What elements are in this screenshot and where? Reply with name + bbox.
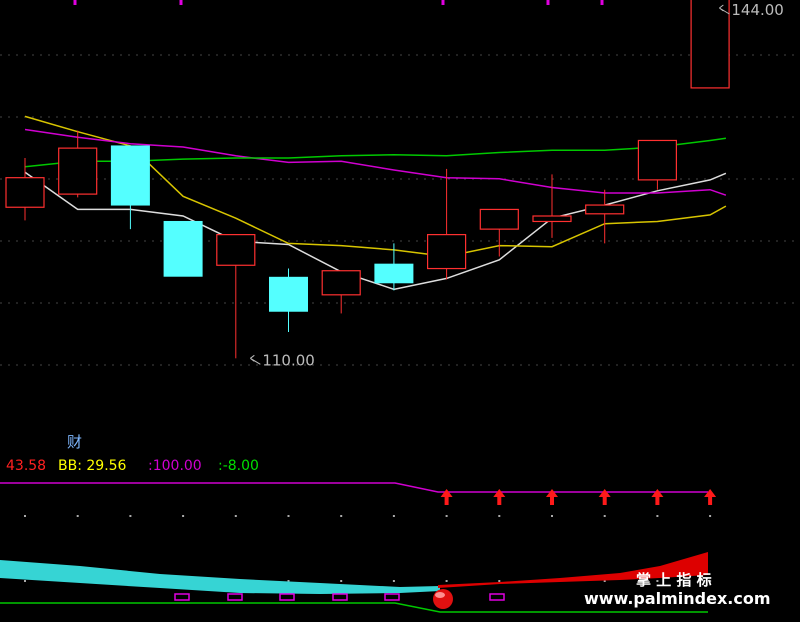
candle-body-up <box>321 270 361 296</box>
candle-body-down <box>110 145 150 206</box>
watermark-url: www.palmindex.com <box>584 589 771 608</box>
candle-body-down <box>269 276 308 312</box>
indicator-dot <box>234 515 237 517</box>
candle-body-up <box>690 0 730 89</box>
candle-body-down <box>163 220 203 277</box>
indicator-dot <box>182 515 185 517</box>
indicator-dot <box>340 515 343 517</box>
indicator-dot <box>445 515 448 517</box>
readout-green: :-8.00 <box>218 458 259 474</box>
candle-body-up <box>216 234 256 266</box>
candle-body-up <box>532 215 572 223</box>
readout-bb: BB: 29.56 <box>58 458 127 474</box>
indicator-dot <box>498 515 501 517</box>
indicator-dot <box>392 580 395 582</box>
watermark-chinese: 掌 上 指 标 <box>636 571 712 589</box>
indicator-dot <box>498 580 501 582</box>
candle-body-up <box>5 177 45 208</box>
candle-body-up <box>427 234 467 270</box>
price-annotation-label: 110.00 <box>262 351 315 369</box>
indicator-dot <box>656 515 659 517</box>
top-tick <box>600 0 604 5</box>
indicator-dot <box>445 580 448 582</box>
price-annotation-label: 144.00 <box>731 1 784 19</box>
indicator-dot <box>603 515 606 517</box>
indicator-dot <box>129 515 132 517</box>
top-tick <box>546 0 550 5</box>
indicator-dot <box>287 515 290 517</box>
indicator-dot <box>709 515 712 517</box>
candle-body-up <box>58 147 98 195</box>
stock-chart: 144.00 110.00 财 43.58 BB: 29.56 :100.00 :… <box>0 0 800 622</box>
readout-value-red: 43.58 <box>6 458 46 474</box>
readout-magenta: :100.00 <box>148 458 202 474</box>
top-tick <box>179 0 183 5</box>
indicator-dot <box>392 515 395 517</box>
indicator-dot <box>24 515 26 517</box>
candle-body-up <box>637 139 678 181</box>
candle-body-up <box>585 204 625 215</box>
top-tick <box>441 0 445 5</box>
signal-ball-highlight <box>435 592 445 598</box>
candle-body-down <box>374 263 414 284</box>
indicator-dot <box>76 515 79 517</box>
top-tick <box>73 0 77 5</box>
indicator-dot <box>24 580 26 582</box>
candle-body-up <box>479 208 519 230</box>
signal-ball <box>433 589 453 609</box>
indicator-dot <box>340 580 343 582</box>
finance-badge[interactable]: 财 <box>67 433 82 451</box>
indicator-dot <box>551 515 553 517</box>
